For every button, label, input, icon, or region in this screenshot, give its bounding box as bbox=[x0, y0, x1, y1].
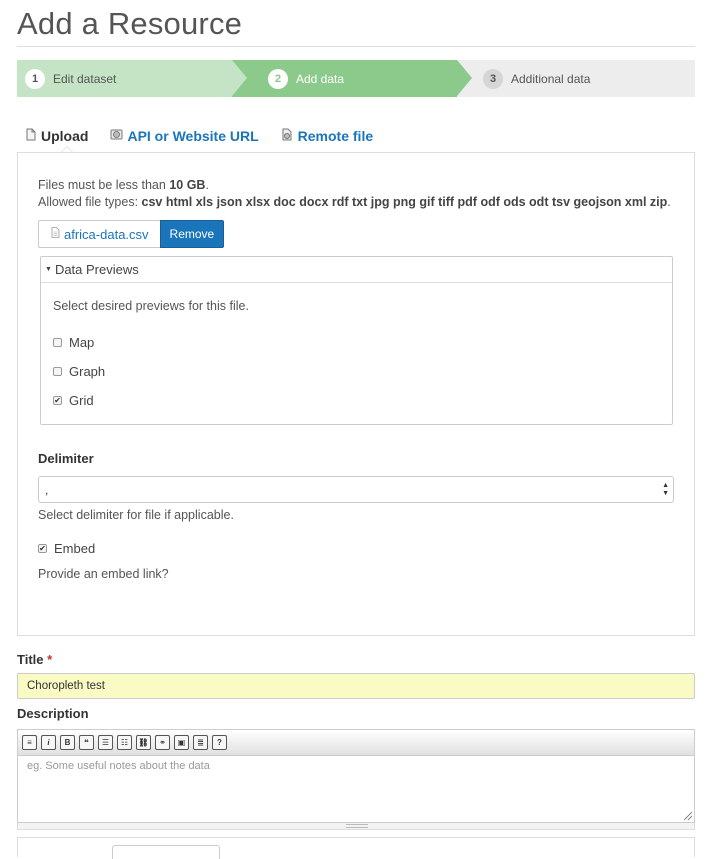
help-icon[interactable]: ? bbox=[212, 735, 227, 750]
next-section-panel bbox=[17, 837, 695, 859]
preview-option-label: Grid bbox=[69, 393, 94, 408]
description-placeholder: eg. Some useful notes about the data bbox=[27, 760, 210, 772]
stage-number: 1 bbox=[25, 68, 45, 89]
tab-label: API or Website URL bbox=[127, 128, 259, 144]
embed-help: Provide an embed link? bbox=[38, 567, 169, 581]
upload-method-tabs: Upload API or Website URL Remote file bbox=[17, 119, 695, 153]
stage-progress: 1 Edit dataset 2 Add data 3 Additional d… bbox=[17, 60, 695, 97]
bold-icon[interactable]: B bbox=[60, 735, 75, 750]
upload-panel: Files must be less than 10 GB. Allowed f… bbox=[17, 152, 695, 636]
remove-file-button[interactable]: Remove bbox=[159, 220, 225, 248]
tab-label: Upload bbox=[41, 128, 89, 144]
embed-label: Embed bbox=[54, 541, 96, 556]
delimiter-value: , bbox=[45, 482, 49, 497]
data-previews-body: Select desired previews for this file. M… bbox=[41, 283, 672, 415]
embed-option[interactable]: ✔ Embed bbox=[38, 541, 674, 556]
editor-toolbar: ≡ i B ❝ ☰ ☷ ⛓ ⚭ ▣ ≣ ? bbox=[18, 730, 694, 756]
italic-icon[interactable]: i bbox=[41, 735, 56, 750]
preview-option-label: Graph bbox=[69, 364, 106, 379]
data-previews-heading: Data Previews bbox=[54, 262, 139, 277]
stage-add-data: 2 Add data bbox=[232, 60, 457, 97]
link-icon[interactable]: ⛓ bbox=[136, 735, 151, 750]
selected-file[interactable]: africa-data.csv bbox=[38, 220, 160, 248]
stage-label: Add data bbox=[296, 71, 345, 86]
stage-number: 3 bbox=[483, 68, 503, 89]
preview-option-graph[interactable]: Graph bbox=[53, 357, 660, 386]
delimiter-help: Select delimiter for file if applicable. bbox=[38, 508, 234, 522]
ordered-list-icon[interactable]: ☰ bbox=[98, 735, 113, 750]
quote-icon[interactable]: ❝ bbox=[79, 735, 94, 750]
preview-option-map[interactable]: Map bbox=[53, 328, 660, 357]
stage-label: Edit dataset bbox=[53, 71, 117, 86]
editor-resize-bar[interactable] bbox=[17, 823, 695, 830]
title-input[interactable]: Choropleth test bbox=[17, 673, 695, 699]
tab-upload[interactable]: Upload bbox=[25, 128, 88, 144]
graph-checkbox[interactable] bbox=[53, 367, 62, 376]
map-checkbox[interactable] bbox=[53, 338, 62, 347]
partial-field bbox=[112, 845, 220, 859]
file-limits-help: Files must be less than 10 GB. Allowed f… bbox=[38, 177, 674, 211]
stage-arrow bbox=[457, 60, 472, 96]
file-icon bbox=[25, 128, 37, 144]
select-arrows-icon: ▲ ▼ bbox=[662, 482, 669, 497]
unordered-list-icon[interactable]: ☷ bbox=[117, 735, 132, 750]
required-mark: * bbox=[47, 652, 53, 667]
stage-additional-data: 3 Additional data bbox=[457, 60, 695, 97]
globe-icon bbox=[110, 128, 123, 144]
title-divider bbox=[17, 46, 695, 47]
page-title: Add a Resource bbox=[17, 6, 243, 41]
size-limit-value: 10 GB bbox=[169, 178, 206, 192]
delimiter-label: Delimiter bbox=[38, 451, 94, 466]
tab-api-url[interactable]: API or Website URL bbox=[110, 128, 259, 144]
previews-instructions: Select desired previews for this file. bbox=[53, 299, 249, 313]
align-icon[interactable]: ≣ bbox=[193, 735, 208, 750]
stage-edit-dataset[interactable]: 1 Edit dataset bbox=[17, 60, 232, 97]
image-icon[interactable]: ▣ bbox=[174, 735, 189, 750]
add-resource-page: Add a Resource 1 Edit dataset 2 Add data… bbox=[17, 0, 695, 859]
caret-down-icon: ▼ bbox=[45, 266, 52, 273]
allowed-types-text: Allowed file types: csv html xls json xl… bbox=[38, 195, 671, 209]
data-previews-panel: ▼ Data Previews Select desired previews … bbox=[40, 256, 673, 425]
grid-checkbox[interactable]: ✔ bbox=[53, 396, 62, 405]
tab-remote-file[interactable]: Remote file bbox=[281, 128, 373, 144]
description-textarea[interactable]: eg. Some useful notes about the data bbox=[18, 756, 694, 776]
delimiter-select[interactable]: , ▲ ▼ bbox=[38, 476, 674, 503]
stage-arrow bbox=[232, 60, 247, 96]
preview-option-grid[interactable]: ✔ Grid bbox=[53, 386, 660, 415]
data-previews-toggle[interactable]: ▼ Data Previews bbox=[41, 257, 672, 283]
description-label: Description bbox=[17, 706, 89, 721]
size-limit-text: Files must be less than 10 GB. bbox=[38, 178, 209, 192]
title-label: Title * bbox=[17, 652, 53, 667]
paragraph-icon[interactable]: ≡ bbox=[22, 735, 37, 750]
file-name-text: africa-data.csv bbox=[64, 226, 149, 242]
stage-number: 2 bbox=[268, 68, 288, 89]
embed-checkbox[interactable]: ✔ bbox=[38, 544, 47, 553]
title-input-value: Choropleth test bbox=[27, 680, 105, 692]
tab-label: Remote file bbox=[297, 128, 374, 144]
stage-label: Additional data bbox=[511, 71, 591, 86]
allowed-types-list: csv html xls json xlsx doc docx rdf txt … bbox=[141, 195, 668, 209]
drag-handle-icon bbox=[346, 824, 368, 828]
unlink-icon[interactable]: ⚭ bbox=[155, 735, 170, 750]
file-icon bbox=[51, 227, 60, 241]
remote-file-icon bbox=[281, 128, 294, 144]
preview-option-label: Map bbox=[69, 335, 95, 350]
selected-file-row: africa-data.csv Remove bbox=[38, 220, 674, 248]
resize-grip-icon[interactable] bbox=[684, 812, 692, 820]
description-editor: ≡ i B ❝ ☰ ☷ ⛓ ⚭ ▣ ≣ ? eg. Some useful no… bbox=[17, 729, 695, 823]
